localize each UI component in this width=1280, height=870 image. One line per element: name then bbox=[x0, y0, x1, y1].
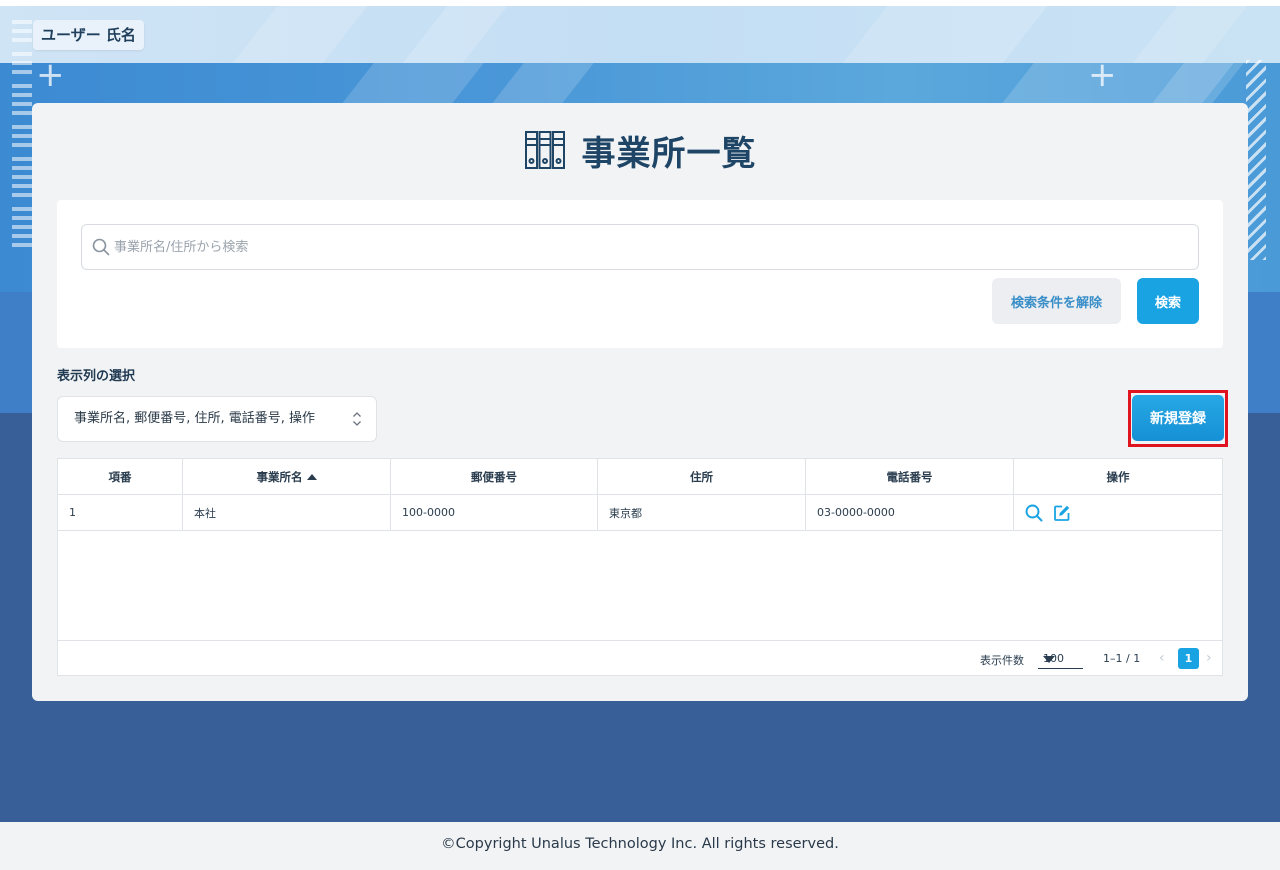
updown-chevron-icon bbox=[353, 412, 361, 426]
postal-code: 100-0000 bbox=[391, 495, 598, 530]
column-header[interactable]: 電話番号 bbox=[806, 459, 1014, 494]
row-number: 1 bbox=[58, 495, 183, 530]
phone-number: 03-0000-0000 bbox=[806, 495, 1014, 530]
search-field[interactable] bbox=[81, 224, 1199, 270]
clear-search-button[interactable]: 検索条件を解除 bbox=[992, 278, 1121, 324]
column-header[interactable]: 郵便番号 bbox=[391, 459, 598, 494]
column-header[interactable]: 項番 bbox=[58, 459, 183, 494]
office-name: 本社 bbox=[183, 495, 391, 530]
page-title: 事業所一覧 bbox=[581, 133, 757, 174]
user-name-badge[interactable]: ユーザー 氏名 bbox=[33, 20, 144, 50]
decorative-bars bbox=[12, 20, 32, 252]
new-button-highlight: 新規登録 bbox=[1128, 390, 1228, 447]
page-button-current[interactable]: 1 bbox=[1178, 648, 1199, 669]
per-page-label: 表示件数 bbox=[980, 654, 1024, 667]
search-panel: 検索条件を解除 検索 bbox=[57, 200, 1223, 348]
table-header: 項番 事業所名 郵便番号 住所 電話番号 操作 bbox=[58, 459, 1222, 495]
page-range: 1–1 / 1 bbox=[1103, 652, 1141, 665]
plus-decoration-icon: + bbox=[1088, 55, 1117, 95]
row-actions bbox=[1014, 495, 1222, 530]
caret-down-icon bbox=[1043, 656, 1055, 663]
column-header-sorted[interactable]: 事業所名 bbox=[183, 459, 391, 494]
address: 東京都 bbox=[598, 495, 806, 530]
search-icon[interactable] bbox=[1025, 504, 1043, 522]
prev-page-chevron-icon[interactable]: ‹ bbox=[1159, 650, 1165, 666]
next-page-chevron-icon[interactable]: › bbox=[1206, 650, 1212, 666]
main-card: 事業所一覧 検索条件を解除 検索 表示列の選択 事業所名, 郵便番号, 住所, … bbox=[32, 103, 1248, 701]
edit-icon[interactable] bbox=[1053, 504, 1071, 522]
hatch-decoration bbox=[1246, 60, 1266, 260]
column-header[interactable]: 住所 bbox=[598, 459, 806, 494]
copyright: ©Copyright Unalus Technology Inc. All ri… bbox=[441, 836, 839, 852]
table-pagination: 表示件数 100 1–1 / 1 ‹ 1 › bbox=[58, 640, 1222, 676]
column-selector-label: 表示列の選択 bbox=[57, 369, 136, 384]
binders-icon bbox=[524, 131, 565, 169]
column-selector[interactable]: 事業所名, 郵便番号, 住所, 電話番号, 操作 bbox=[57, 396, 377, 442]
plus-decoration-icon: + bbox=[36, 55, 65, 95]
per-page-select[interactable]: 100 bbox=[1038, 651, 1083, 669]
search-button[interactable]: 検索 bbox=[1137, 278, 1199, 324]
column-selector-value: 事業所名, 郵便番号, 住所, 電話番号, 操作 bbox=[74, 411, 316, 426]
search-input[interactable] bbox=[114, 225, 1184, 269]
search-icon bbox=[92, 238, 110, 256]
column-header[interactable]: 操作 bbox=[1014, 459, 1222, 494]
table-row[interactable]: 1 本社 100-0000 東京都 03-0000-0000 bbox=[58, 495, 1222, 531]
column-header-label: 事業所名 bbox=[256, 469, 303, 484]
new-registration-button[interactable]: 新規登録 bbox=[1132, 395, 1224, 441]
offices-table: 項番 事業所名 郵便番号 住所 電話番号 操作 1 本社 100-0000 東京… bbox=[57, 458, 1223, 676]
sort-ascending-icon bbox=[306, 473, 317, 480]
page-header: 事業所一覧 bbox=[32, 125, 1248, 175]
